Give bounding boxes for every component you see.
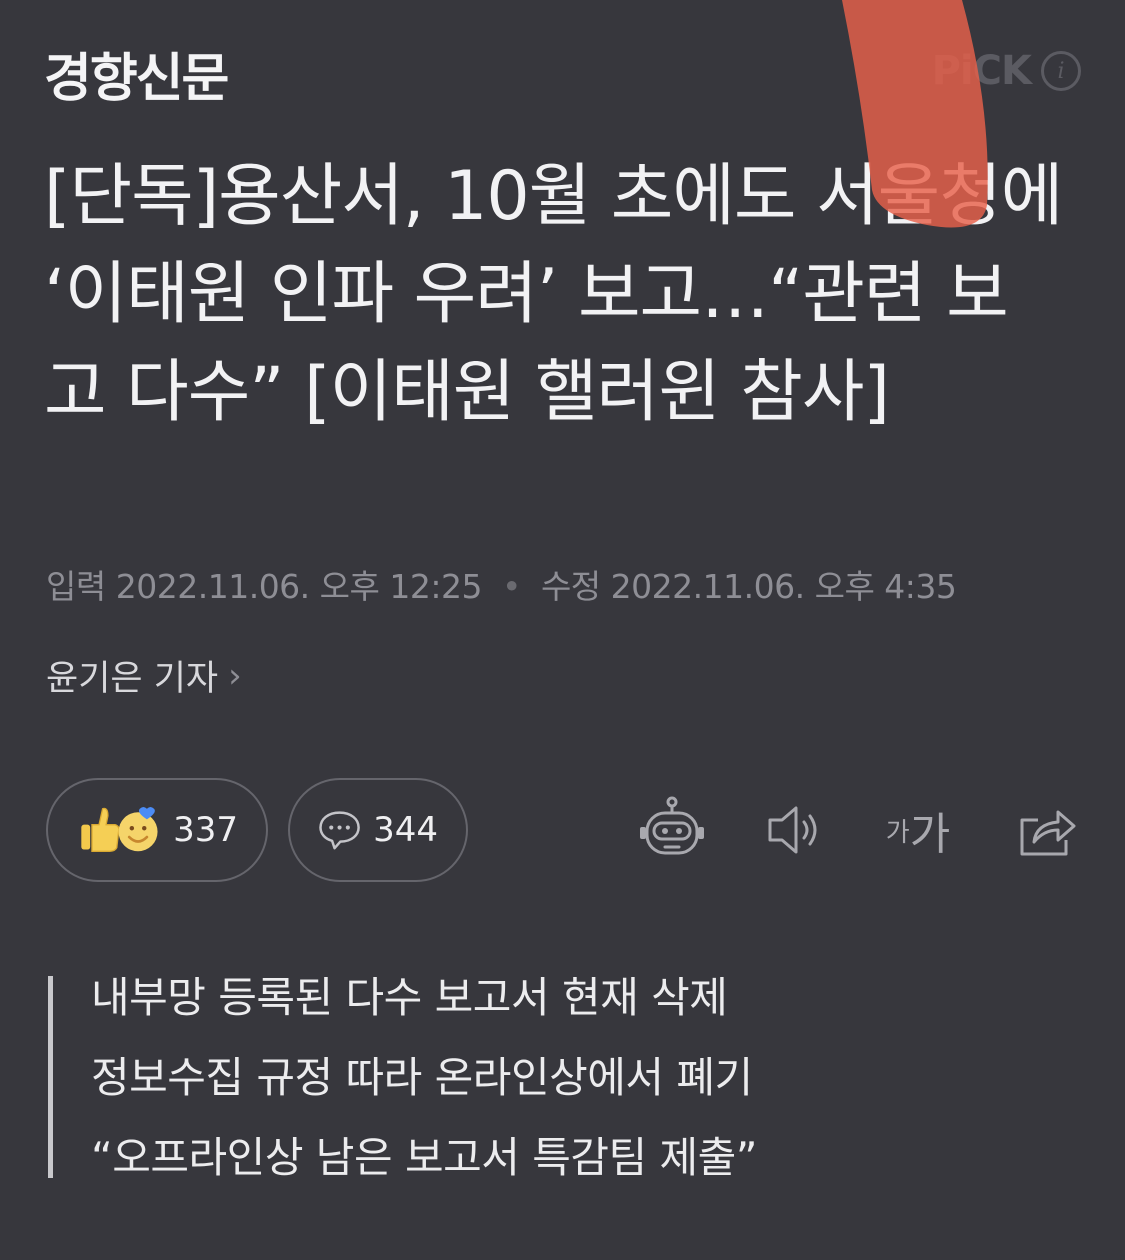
separator-dot: • — [501, 567, 521, 606]
reaction-emoji-icons — [81, 806, 158, 852]
newspaper-logo[interactable]: 경향신문 — [44, 36, 229, 111]
speaker-icon — [768, 806, 817, 854]
reaction-button[interactable]: 337 — [46, 778, 268, 882]
chevron-right-icon: › — [228, 655, 242, 696]
summary-line: 내부망 등록된 다수 보고서 현재 삭제 — [91, 973, 728, 1022]
reaction-count: 337 — [173, 810, 238, 850]
comment-count: 344 — [373, 810, 438, 850]
input-time: 2022.11.06. 오후 12:25 — [115, 567, 483, 606]
reporter-name: 윤기은 기자 — [46, 659, 219, 699]
modified-label: 수정 — [540, 567, 601, 606]
reporter-link[interactable]: 윤기은 기자 › — [46, 650, 242, 701]
article-summary: 내부망 등록된 다수 보고서 현재 삭제 정보수집 규정 따라 온라인상에서 폐… — [48, 973, 758, 1182]
comment-button[interactable]: 344 — [288, 778, 468, 882]
summary-bot-button[interactable] — [636, 790, 708, 870]
input-label: 입력 — [46, 567, 106, 606]
thumbs-up-icon — [81, 807, 120, 852]
article-timestamps: 입력 2022.11.06. 오후 12:25 • 수정 2022.11.06.… — [46, 560, 957, 608]
top-bar: 경향신문 PiCK i — [0, 0, 1125, 140]
share-icon — [1020, 810, 1076, 856]
share-button[interactable] — [1010, 790, 1082, 870]
pick-label: PiCK — [931, 48, 1032, 94]
font-size-button[interactable]: 가가 — [880, 790, 956, 870]
modified-time: 2022.11.06. 오후 4:35 — [610, 567, 957, 606]
pick-badge[interactable]: PiCK i — [932, 48, 1081, 94]
smile-icon — [118, 806, 158, 852]
text-to-speech-button[interactable] — [758, 790, 830, 870]
article-headline: [단독]용산서, 10월 초에도 서울청에 ‘이태원 인파 우려’ 보고…“관련… — [44, 157, 1063, 432]
info-icon[interactable]: i — [1041, 51, 1081, 91]
robot-icon — [640, 796, 704, 855]
summary-line: 정보수집 규정 따라 온라인상에서 폐기 — [91, 1053, 753, 1102]
comment-icon — [319, 811, 360, 850]
font-small-label: 가 — [885, 817, 910, 848]
font-large-label: 가 — [909, 809, 951, 860]
summary-line: “오프라인상 남은 보고서 특감팀 제출” — [91, 1133, 758, 1182]
